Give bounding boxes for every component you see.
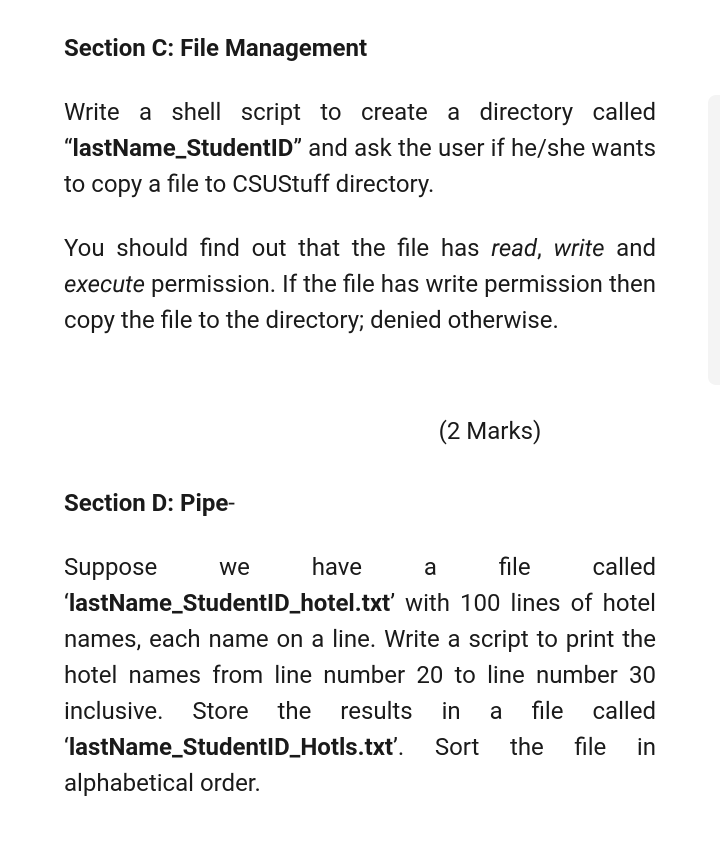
section-d-heading-bold: Section D: Pipe — [64, 489, 228, 517]
execute-italic: execute — [64, 270, 145, 298]
read-italic: read — [491, 234, 537, 262]
directory-name-bold: lastName_StudentID — [72, 134, 293, 162]
hotls-file-bold: lastName_StudentID_Hotls.txt — [69, 733, 393, 761]
text-fragment: and — [604, 234, 656, 262]
section-c-paragraph-1: Write a shell script to create a directo… — [64, 94, 656, 202]
section-d-heading-dash: - — [228, 489, 235, 517]
text-fragment: You should find out that the file has — [64, 234, 491, 262]
write-italic: write — [553, 234, 604, 262]
hotel-file-bold: lastName_StudentID_hotel.txt — [69, 589, 390, 617]
text-fragment: permission. If the file has write permis… — [64, 270, 656, 334]
section-c-paragraph-2: You should find out that the file has re… — [64, 230, 656, 338]
section-c-heading: Section C: File Management — [64, 30, 656, 66]
scrollbar-track[interactable] — [708, 95, 720, 385]
marks-label: (2 Marks) — [64, 413, 656, 449]
section-d-heading: Section D: Pipe- — [64, 485, 656, 521]
section-d-paragraph-1: Suppose we have a file called ‘lastName_… — [64, 549, 656, 801]
text-fragment: , — [537, 234, 553, 262]
